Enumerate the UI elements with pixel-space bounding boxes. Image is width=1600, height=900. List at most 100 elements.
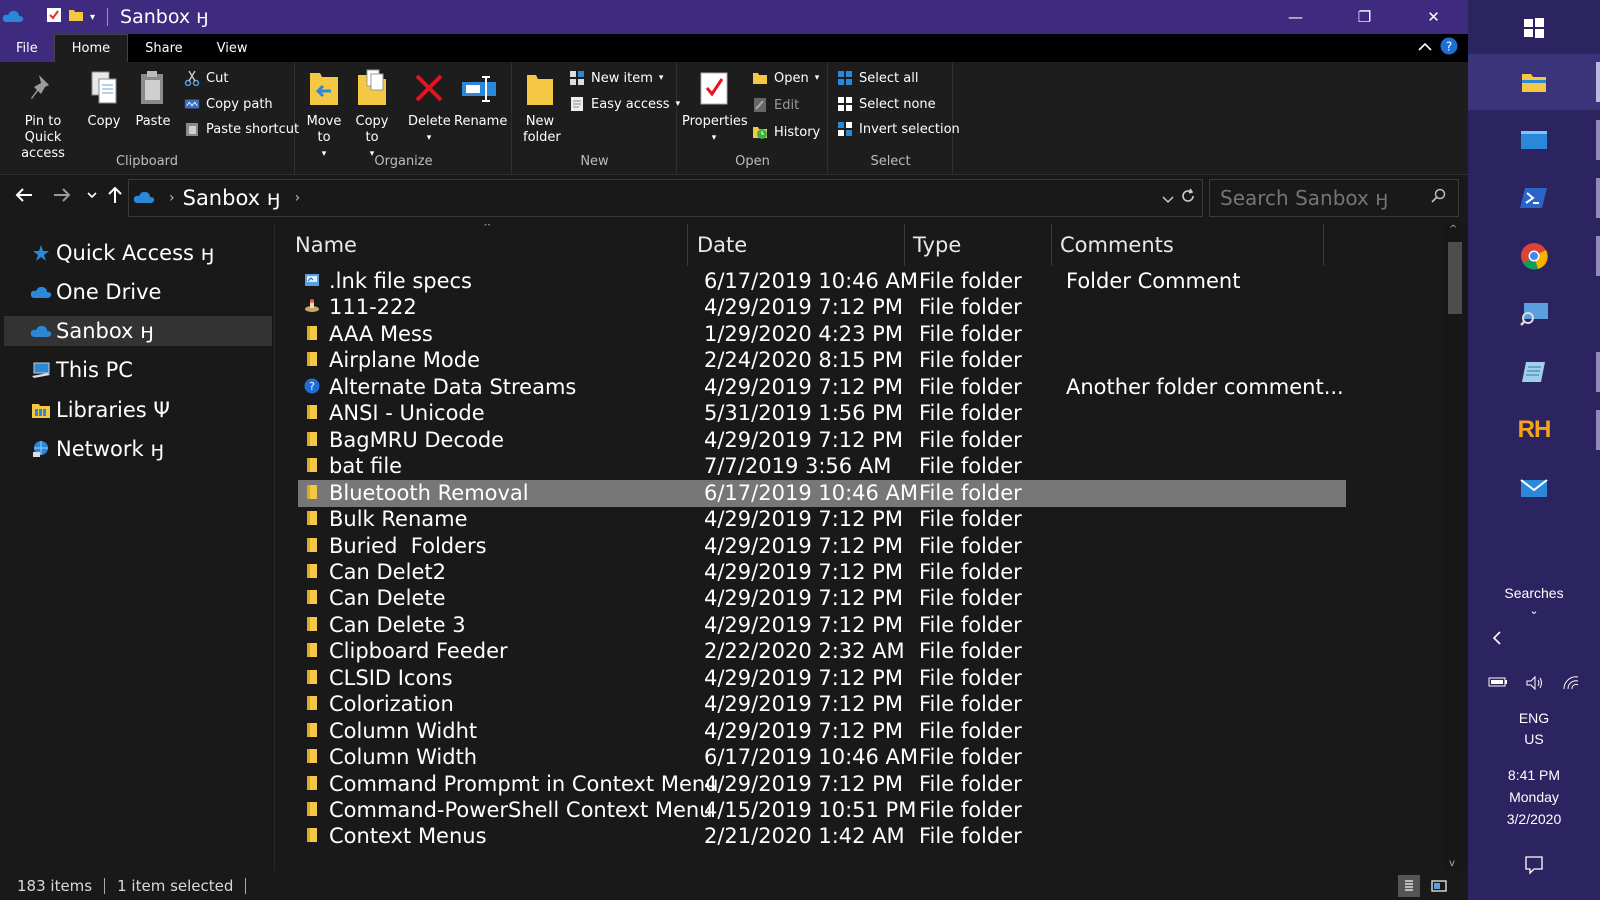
file-row[interactable]: Column Width 6/17/2019 10:46 AM File folde… — [298, 744, 1346, 771]
file-row[interactable]: .lnk file specs 6/17/2019 10:46 AM File fo… — [298, 268, 1346, 295]
address-bar[interactable]: › Sanbox ӈ › — [128, 179, 1203, 217]
nav-sanbox[interactable]: Sanbox ӈ — [4, 316, 272, 346]
copy-to-button[interactable]: Copy to ▾ — [352, 66, 392, 162]
select-all-button[interactable]: Select all — [837, 70, 918, 86]
new-item-button[interactable]: New item ▾ — [569, 70, 663, 86]
file-row[interactable]: Bulk Rename 4/29/2019 7:12 PM File folder — [298, 506, 1346, 533]
taskbar-mail[interactable] — [1468, 460, 1600, 516]
file-row[interactable]: ANSI - Unicode 5/31/2019 1:56 PM File fold… — [298, 400, 1346, 427]
search-input[interactable] — [1210, 186, 1420, 210]
tab-file[interactable]: File — [0, 34, 54, 62]
refresh-icon[interactable] — [1180, 188, 1196, 208]
file-row[interactable]: Can Delete 4/29/2019 7:12 PM File folder — [298, 585, 1346, 612]
search-box[interactable] — [1209, 179, 1459, 217]
history-button[interactable]: History — [752, 124, 820, 140]
scroll-up-arrow-icon[interactable]: ^ — [1449, 224, 1457, 235]
file-row[interactable]: Bluetooth Removal 6/17/2019 10:46 AM File … — [298, 479, 1346, 507]
clock-date[interactable]: 3/2/2020 — [1468, 811, 1600, 827]
searches-toolbar-label[interactable]: Searches — [1468, 585, 1600, 601]
tab-home[interactable]: Home — [53, 34, 129, 62]
up-button[interactable] — [107, 185, 123, 210]
file-row[interactable]: Clipboard Feeder 2/22/2020 2:32 AM File fo… — [298, 638, 1346, 665]
properties-check-icon[interactable] — [46, 7, 62, 27]
taskbar-rh-app[interactable]: RH — [1468, 402, 1600, 458]
details-view-icon[interactable] — [1398, 875, 1420, 897]
maximize-button[interactable]: ❐ — [1330, 0, 1399, 34]
file-row[interactable]: Can Delet2 4/29/2019 7:12 PM File folder — [298, 559, 1346, 586]
rename-button[interactable]: Rename — [454, 66, 507, 130]
column-header-date[interactable]: Date — [691, 224, 905, 266]
open-button[interactable]: Open ▾ — [752, 70, 819, 86]
edit-button[interactable]: Edit — [752, 97, 799, 113]
breadcrumb-separator-icon[interactable]: › — [169, 190, 175, 206]
scroll-down-arrow-icon[interactable]: v — [1449, 858, 1455, 869]
clock-day[interactable]: Monday — [1468, 789, 1600, 805]
taskbar-app-window[interactable] — [1468, 112, 1600, 168]
nav-network[interactable]: Network ӈ — [4, 434, 272, 464]
action-center-icon[interactable] — [1468, 855, 1600, 878]
show-hidden-icons-chevron-icon[interactable] — [1468, 630, 1600, 649]
battery-icon[interactable] — [1488, 675, 1508, 694]
nav-this-pc[interactable]: This PC — [4, 355, 272, 385]
file-row[interactable]: CLSID Icons 4/29/2019 7:12 PM File folder — [298, 665, 1346, 692]
nav-libraries[interactable]: Libraries Ψ — [4, 395, 272, 425]
copy-path-button[interactable]: Copy path — [184, 96, 273, 112]
new-folder-button[interactable]: New folder — [519, 66, 561, 146]
column-header-comments[interactable]: Comments — [1054, 224, 1324, 266]
file-row[interactable]: 111-222 4/29/2019 7:12 PM File folder — [298, 294, 1346, 321]
search-icon[interactable] — [1430, 188, 1446, 208]
column-header-name[interactable]: Name — [289, 224, 688, 266]
taskbar-chrome[interactable] — [1468, 228, 1600, 284]
input-language[interactable]: ENG — [1468, 710, 1600, 726]
customize-qa-chevron-icon[interactable]: ▾ — [90, 12, 95, 23]
taskbar-file-explorer[interactable] — [1468, 54, 1600, 110]
file-row[interactable]: ? Alternate Data Streams 4/29/2019 7:12 PM… — [298, 374, 1346, 401]
wifi-icon[interactable] — [1562, 675, 1580, 694]
cut-button[interactable]: Cut — [184, 70, 228, 86]
file-row[interactable]: Airplane Mode 2/24/2020 8:15 PM File folde… — [298, 347, 1346, 374]
file-row[interactable]: Context Menus 2/21/2020 1:42 AM File folde… — [298, 823, 1346, 850]
invert-selection-button[interactable]: Invert selection — [837, 121, 960, 137]
close-button[interactable]: ✕ — [1399, 0, 1468, 34]
new-folder-qa-icon[interactable] — [68, 7, 84, 27]
back-button[interactable] — [14, 185, 34, 209]
taskbar-powershell[interactable] — [1468, 170, 1600, 226]
tab-view[interactable]: View — [200, 34, 265, 62]
file-row[interactable]: AAA Mess 1/29/2020 4:23 PM File folder — [298, 321, 1346, 348]
easy-access-button[interactable]: Easy access ▾ — [569, 96, 680, 112]
file-row[interactable]: Colorization 4/29/2019 7:12 PM File folder — [298, 691, 1346, 718]
file-row[interactable]: Command-PowerShell Context Menu 4/15/2019… — [298, 797, 1346, 824]
searches-expand-chevron-icon[interactable]: ⌄ — [1468, 604, 1600, 617]
file-row[interactable]: bat file 7/7/2019 3:56 AM File folder — [298, 453, 1346, 480]
paste-shortcut-button[interactable]: Paste shortcut — [184, 121, 299, 137]
scrollbar-thumb[interactable] — [1448, 242, 1462, 314]
start-button[interactable] — [1468, 0, 1600, 56]
vertical-scrollbar[interactable]: ^ v — [1444, 224, 1466, 871]
file-row[interactable]: Can Delete 3 4/29/2019 7:12 PM File folder — [298, 612, 1346, 639]
minimize-button[interactable]: — — [1261, 0, 1330, 34]
help-icon[interactable]: ? — [1440, 37, 1458, 59]
taskbar-notepad-app[interactable] — [1468, 344, 1600, 400]
select-none-button[interactable]: Select none — [837, 96, 936, 112]
volume-icon[interactable] — [1525, 675, 1545, 694]
column-header-type[interactable]: Type — [907, 224, 1052, 266]
delete-button[interactable]: Delete ▾ — [408, 66, 451, 146]
input-region[interactable]: US — [1468, 731, 1600, 747]
move-to-button[interactable]: Move to ▾ — [304, 66, 344, 162]
paste-button[interactable]: Paste — [132, 66, 174, 130]
title-bar[interactable]: ▾ Sanbox ӈ — ❐ ✕ — [0, 0, 1468, 34]
large-icons-view-icon[interactable] — [1428, 875, 1450, 897]
file-row[interactable]: Buried Folders 4/29/2019 7:12 PM File fold… — [298, 533, 1346, 560]
breadcrumb-chevron-icon[interactable]: › — [295, 190, 301, 206]
tab-share[interactable]: Share — [128, 34, 200, 62]
recent-locations-chevron-icon[interactable] — [86, 185, 98, 209]
file-row[interactable]: Command Prompmt in Context Menu 4/29/2019… — [298, 771, 1346, 798]
file-row[interactable]: BagMRU Decode 4/29/2019 7:12 PM File folde… — [298, 427, 1346, 454]
pin-to-quick-access-button[interactable]: Pin to Quick access — [6, 66, 80, 162]
breadcrumb-sanbox[interactable]: Sanbox ӈ — [183, 186, 281, 210]
forward-button[interactable] — [52, 185, 72, 209]
collapse-ribbon-chevron-icon[interactable] — [1418, 41, 1432, 56]
address-history-chevron-icon[interactable] — [1162, 189, 1174, 208]
file-row[interactable]: Column Widht 4/29/2019 7:12 PM File folder — [298, 718, 1346, 745]
clock-time[interactable]: 8:41 PM — [1468, 767, 1600, 783]
